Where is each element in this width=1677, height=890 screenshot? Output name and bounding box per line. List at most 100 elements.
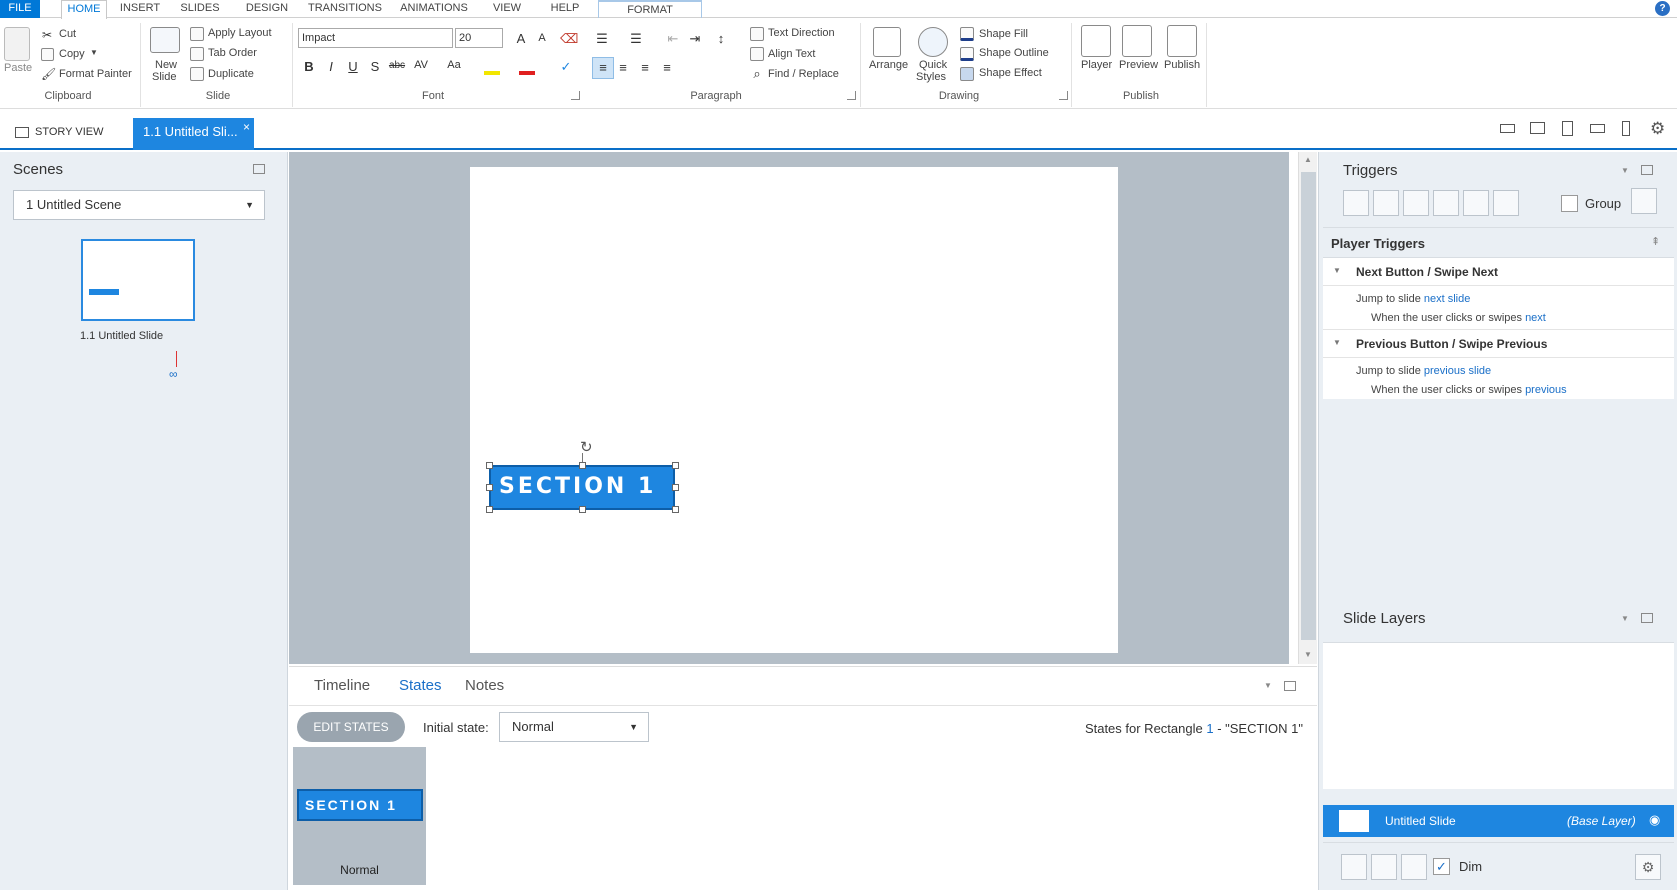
new-trigger-icon[interactable] bbox=[1343, 190, 1369, 216]
paste-icon[interactable] bbox=[4, 27, 30, 61]
format-painter-button[interactable]: Format Painter bbox=[59, 68, 132, 80]
desktop-view-icon[interactable] bbox=[1500, 124, 1515, 133]
align-right-icon[interactable]: ≡ bbox=[636, 60, 654, 75]
clear-format-icon[interactable]: ⌫ bbox=[560, 31, 578, 47]
close-icon[interactable]: × bbox=[243, 113, 250, 141]
highlight-icon[interactable] bbox=[484, 61, 500, 75]
binoculars-icon[interactable]: ⌕ bbox=[748, 66, 766, 82]
bullets-icon[interactable]: ☰ bbox=[593, 31, 611, 47]
publish-icon[interactable] bbox=[1167, 25, 1197, 57]
apply-layout-icon[interactable] bbox=[190, 27, 204, 41]
format-painter-icon[interactable]: 🖌 bbox=[41, 67, 56, 81]
scroll-up-icon[interactable]: ▲ bbox=[1304, 155, 1312, 164]
panel-undock-icon[interactable] bbox=[1641, 165, 1653, 175]
vertical-scrollbar[interactable]: ▲ ▼ bbox=[1298, 152, 1317, 664]
numbering-icon[interactable]: ☰ bbox=[627, 31, 645, 47]
shape-fill-icon[interactable] bbox=[960, 27, 974, 41]
menu-insert[interactable]: INSERT bbox=[118, 0, 162, 18]
preview-icon[interactable] bbox=[1122, 25, 1152, 57]
panel-undock-icon[interactable] bbox=[1641, 613, 1653, 623]
trigger-action-link[interactable]: next slide bbox=[1424, 293, 1470, 305]
font-size-select[interactable]: 20 bbox=[455, 28, 503, 48]
duplicate-icon[interactable] bbox=[190, 67, 204, 81]
link-icon[interactable]: ∞ bbox=[169, 367, 178, 381]
publish-button[interactable]: Publish bbox=[1164, 59, 1200, 71]
help-icon[interactable]: ? bbox=[1655, 1, 1670, 16]
trigger-condition[interactable]: When the user clicks or swipes next bbox=[1371, 312, 1546, 324]
shape-outline-icon[interactable] bbox=[960, 47, 974, 61]
tab-order-button[interactable]: Tab Order bbox=[208, 47, 257, 59]
panel-undock-icon[interactable] bbox=[253, 164, 265, 174]
delete-trigger-icon[interactable] bbox=[1463, 190, 1489, 216]
resize-handle[interactable] bbox=[486, 484, 493, 491]
expand-icon[interactable]: ▼ bbox=[1333, 266, 1341, 275]
quick-styles-label-2[interactable]: Styles bbox=[916, 71, 946, 83]
menu-home[interactable]: HOME bbox=[61, 0, 107, 19]
menu-help[interactable]: HELP bbox=[548, 0, 582, 18]
find-replace-button[interactable]: Find / Replace bbox=[768, 68, 839, 80]
dim-checkbox[interactable]: ✓ bbox=[1433, 858, 1450, 875]
delete-layer-icon[interactable] bbox=[1401, 854, 1427, 880]
tab-timeline[interactable]: Timeline bbox=[314, 677, 370, 694]
slide-editor-tab[interactable]: 1.1 Untitled Sli... × bbox=[133, 118, 254, 150]
new-slide-icon[interactable] bbox=[150, 27, 180, 53]
story-view-tab[interactable]: STORY VIEW bbox=[15, 118, 117, 146]
new-layer-icon[interactable] bbox=[1341, 854, 1367, 880]
spellcheck-icon[interactable]: ✓ bbox=[557, 59, 575, 75]
slide-thumbnail[interactable] bbox=[81, 239, 195, 321]
phone-portrait-icon[interactable] bbox=[1622, 121, 1630, 136]
copy-trigger-icon[interactable] bbox=[1403, 190, 1429, 216]
menu-view[interactable]: VIEW bbox=[490, 0, 524, 18]
gear-icon[interactable]: ⚙ bbox=[1635, 854, 1661, 880]
resize-handle[interactable] bbox=[672, 462, 679, 469]
new-slide-label-1[interactable]: New bbox=[155, 59, 177, 71]
move-trigger-icon[interactable] bbox=[1493, 190, 1519, 216]
trigger-condition-link[interactable]: previous bbox=[1525, 384, 1567, 396]
group-checkbox[interactable] bbox=[1561, 195, 1578, 212]
gear-icon[interactable]: ⚙ bbox=[1650, 119, 1665, 139]
cut-button[interactable]: Cut bbox=[59, 28, 76, 40]
eye-icon[interactable]: ◉ bbox=[1649, 812, 1660, 828]
duplicate-button[interactable]: Duplicate bbox=[208, 68, 254, 80]
player-button[interactable]: Player bbox=[1081, 59, 1112, 71]
tablet-portrait-icon[interactable] bbox=[1562, 121, 1573, 136]
resize-handle[interactable] bbox=[579, 506, 586, 513]
font-color-icon[interactable] bbox=[519, 61, 535, 75]
duplicate-layer-icon[interactable] bbox=[1371, 854, 1397, 880]
char-spacing-button[interactable]: AV bbox=[412, 59, 430, 71]
tab-order-icon[interactable] bbox=[190, 47, 204, 61]
collapse-icon[interactable]: ▼ bbox=[1621, 614, 1629, 623]
resize-handle[interactable] bbox=[579, 462, 586, 469]
trigger-item[interactable]: ▼ Next Button / Swipe Next bbox=[1323, 258, 1674, 286]
shrink-font-icon[interactable]: A bbox=[533, 32, 551, 44]
underline-button[interactable]: U bbox=[344, 59, 362, 74]
collapse-icon[interactable]: ▼ bbox=[1264, 681, 1272, 690]
menu-transitions[interactable]: TRANSITIONS bbox=[306, 0, 384, 18]
trigger-condition-link[interactable]: next bbox=[1525, 312, 1546, 324]
trigger-condition[interactable]: When the user clicks or swipes previous bbox=[1371, 384, 1567, 396]
collapse-icon[interactable]: ▼ bbox=[1621, 166, 1629, 175]
justify-icon[interactable]: ≡ bbox=[658, 60, 676, 75]
align-text-icon[interactable] bbox=[750, 47, 764, 61]
trigger-action-link[interactable]: previous slide bbox=[1424, 365, 1491, 377]
bold-button[interactable]: B bbox=[300, 59, 318, 74]
phone-landscape-icon[interactable] bbox=[1590, 124, 1605, 133]
paragraph-dialog-launcher-icon[interactable] bbox=[847, 91, 856, 100]
player-icon[interactable] bbox=[1081, 25, 1111, 57]
strikethrough-button[interactable]: abc bbox=[388, 60, 406, 71]
scrollbar-thumb[interactable] bbox=[1301, 172, 1316, 640]
shape-outline-button[interactable]: Shape Outline bbox=[979, 47, 1049, 59]
trigger-variables-icon[interactable] bbox=[1631, 188, 1657, 214]
panel-undock-icon[interactable] bbox=[1284, 681, 1296, 691]
collapse-all-icon[interactable]: ⇞ bbox=[1651, 235, 1660, 248]
increase-indent-icon[interactable]: ⇥ bbox=[686, 31, 704, 47]
resize-handle[interactable] bbox=[486, 462, 493, 469]
quick-styles-icon[interactable] bbox=[918, 27, 948, 57]
align-center-icon[interactable]: ≡ bbox=[614, 60, 632, 75]
decrease-indent-icon[interactable]: ⇤ bbox=[664, 31, 682, 47]
shadow-button[interactable]: S bbox=[366, 59, 384, 74]
drawing-dialog-launcher-icon[interactable] bbox=[1059, 91, 1068, 100]
copy-icon[interactable] bbox=[41, 48, 54, 61]
align-text-button[interactable]: Align Text bbox=[768, 48, 816, 60]
menu-file[interactable]: FILE bbox=[0, 0, 40, 18]
